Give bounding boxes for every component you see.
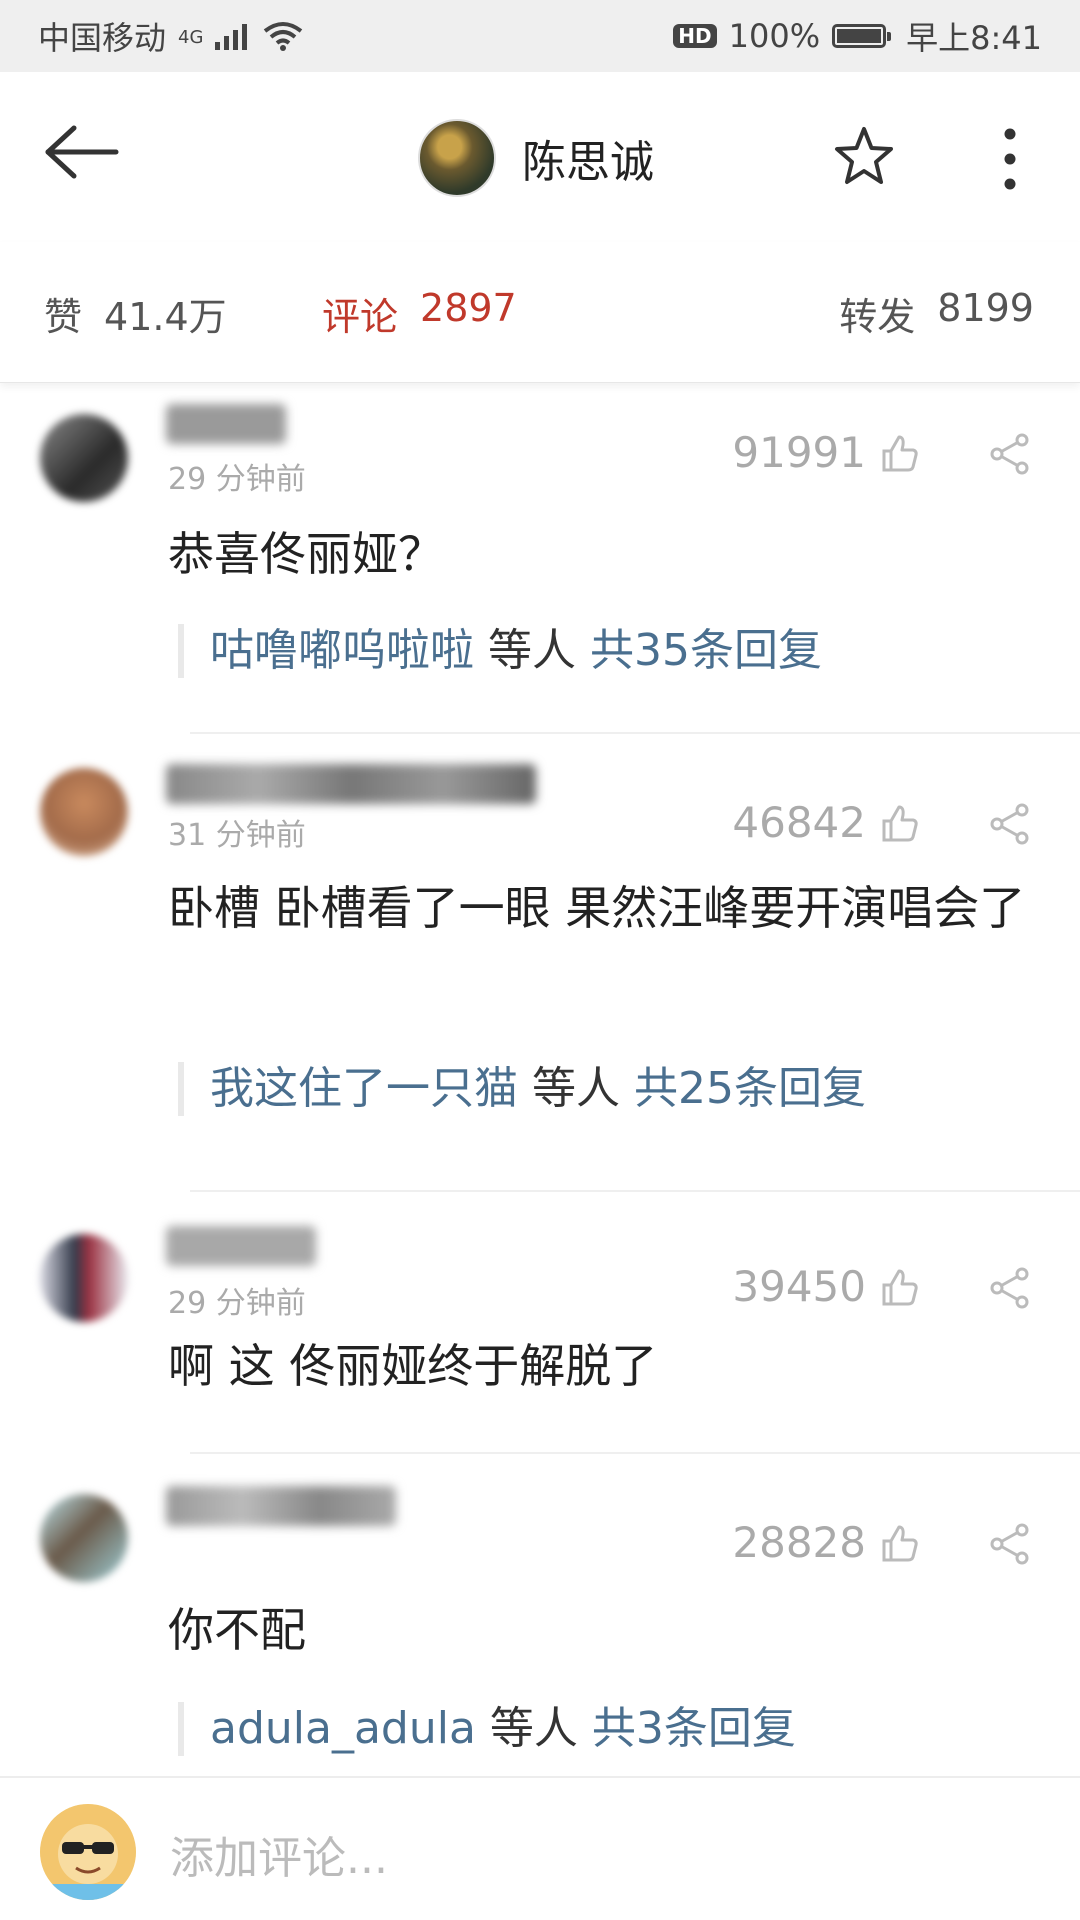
like-button[interactable]: 39450 <box>732 1262 920 1311</box>
favorite-button[interactable] <box>832 124 896 188</box>
comment-page: 中国移动 4G HD 100% 早上8:41 陈思诚 赞 41.4万 评论 28… <box>0 0 1080 1920</box>
tab-comments-count: 2897 <box>420 286 517 330</box>
divider <box>190 1190 1080 1192</box>
status-bar: 中国移动 4G HD 100% 早上8:41 <box>0 0 1080 72</box>
battery-percent: 100% <box>728 17 821 55</box>
share-button[interactable] <box>988 802 1032 846</box>
username-blurred[interactable] <box>166 764 536 804</box>
reply-suffix: 等人 <box>518 1063 634 1114</box>
more-button[interactable] <box>990 124 1030 194</box>
share-icon <box>990 803 1029 845</box>
reply-count-link[interactable]: 共3条回复 <box>592 1703 796 1754</box>
page-title: 陈思诚 <box>522 137 654 188</box>
reply-summary[interactable]: 咕噜嘟呜啦啦 等人 共35条回复 <box>178 624 822 678</box>
reply-suffix: 等人 <box>475 1703 592 1754</box>
back-button[interactable] <box>44 122 124 182</box>
avatar[interactable] <box>40 1494 128 1582</box>
reply-names[interactable]: 我这住了一只猫 <box>210 1063 518 1114</box>
like-button[interactable]: 91991 <box>732 428 920 477</box>
comment-input[interactable]: 添加评论... <box>170 1822 388 1886</box>
my-avatar[interactable] <box>40 1804 136 1900</box>
share-icon <box>990 1523 1029 1565</box>
share-icon <box>990 1267 1029 1309</box>
tab-reposts[interactable]: 转发 8199 <box>839 286 1034 341</box>
comment-input-bar: 添加评论... <box>0 1776 1080 1920</box>
tab-comments-label: 评论 <box>322 295 399 339</box>
hd-badge: HD <box>673 24 717 48</box>
avatar[interactable] <box>40 768 128 856</box>
tab-reposts-label: 转发 <box>839 295 916 339</box>
like-button[interactable]: 28828 <box>732 1518 920 1567</box>
comment-text: 啊 这 佟丽娅终于解脱了 <box>168 1339 658 1393</box>
cartoon-avatar-icon <box>40 1804 136 1900</box>
share-button[interactable] <box>988 432 1032 476</box>
reply-suffix: 等人 <box>474 625 590 676</box>
like-count: 91991 <box>732 428 866 477</box>
thumbs-up-icon <box>882 1525 918 1561</box>
reply-count-link[interactable]: 共35条回复 <box>590 625 822 676</box>
signal-icon <box>215 24 248 50</box>
username-blurred[interactable] <box>166 1486 396 1526</box>
like-count: 46842 <box>732 798 866 847</box>
tab-comments[interactable]: 评论 2897 <box>322 286 517 341</box>
tab-likes-label: 赞 <box>44 295 83 339</box>
comment-text: 卧槽 卧槽看了一眼 果然汪峰要开演唱会了 <box>168 881 1026 935</box>
avatar[interactable] <box>40 1234 128 1322</box>
like-button[interactable]: 46842 <box>732 798 920 847</box>
share-icon <box>990 433 1029 475</box>
comment-text: 你不配 <box>168 1603 306 1657</box>
tab-reposts-count: 8199 <box>937 286 1034 330</box>
share-button[interactable] <box>988 1522 1032 1566</box>
like-count: 39450 <box>732 1262 866 1311</box>
author-avatar[interactable] <box>418 119 496 197</box>
timestamp: 29 分钟前 <box>168 462 306 497</box>
reply-names[interactable]: adula_adula <box>210 1703 476 1754</box>
like-count: 28828 <box>732 1518 866 1567</box>
avatar[interactable] <box>40 414 128 502</box>
reply-summary[interactable]: adula_adula 等人 共3条回复 <box>178 1702 796 1756</box>
star-icon <box>835 127 893 184</box>
battery-icon <box>832 24 892 48</box>
thumbs-up-icon <box>882 1269 918 1305</box>
username-blurred[interactable] <box>166 404 286 444</box>
reply-summary[interactable]: 我这住了一只猫 等人 共25条回复 <box>178 1062 866 1116</box>
carrier-label: 中国移动 <box>38 19 167 57</box>
post-stats-tabs: 赞 41.4万 评论 2897 转发 8199 <box>0 242 1080 383</box>
reply-count-link[interactable]: 共25条回复 <box>634 1063 866 1114</box>
top-bar: 陈思诚 <box>0 72 1080 242</box>
comment-item: 28828 你不配 adula_adula 等人 共3条回复 <box>0 1454 1080 1776</box>
reply-names[interactable]: 咕噜嘟呜啦啦 <box>210 625 474 676</box>
share-button[interactable] <box>988 1266 1032 1310</box>
tab-likes-count: 41.4万 <box>104 295 227 339</box>
wifi-icon <box>264 22 303 51</box>
more-vertical-icon <box>1004 128 1016 190</box>
thumbs-up-icon <box>882 805 918 841</box>
network-type: 4G <box>178 27 204 48</box>
thumbs-up-icon <box>882 435 918 471</box>
username-blurred[interactable] <box>166 1226 316 1266</box>
tab-likes[interactable]: 赞 41.4万 <box>44 286 227 341</box>
post-author[interactable]: 陈思诚 <box>418 119 654 197</box>
timestamp: 29 分钟前 <box>168 1286 306 1321</box>
timestamp: 31 分钟前 <box>168 818 306 853</box>
comment-item: 31 分钟前 46842 卧槽 卧槽看了一眼 果然汪峰要开演唱会了 我这住了一只… <box>0 734 1080 1194</box>
clock: 早上8:41 <box>906 19 1042 57</box>
comment-text: 恭喜佟丽娅？ <box>168 527 444 581</box>
comment-item: 29 分钟前 39450 啊 这 佟丽娅终于解脱了 <box>0 1194 1080 1454</box>
comment-item: 29 分钟前 91991 恭喜佟丽娅？ 咕噜嘟呜啦啦 等人 共35条回复 <box>0 384 1080 734</box>
arrow-left-icon <box>45 125 119 179</box>
